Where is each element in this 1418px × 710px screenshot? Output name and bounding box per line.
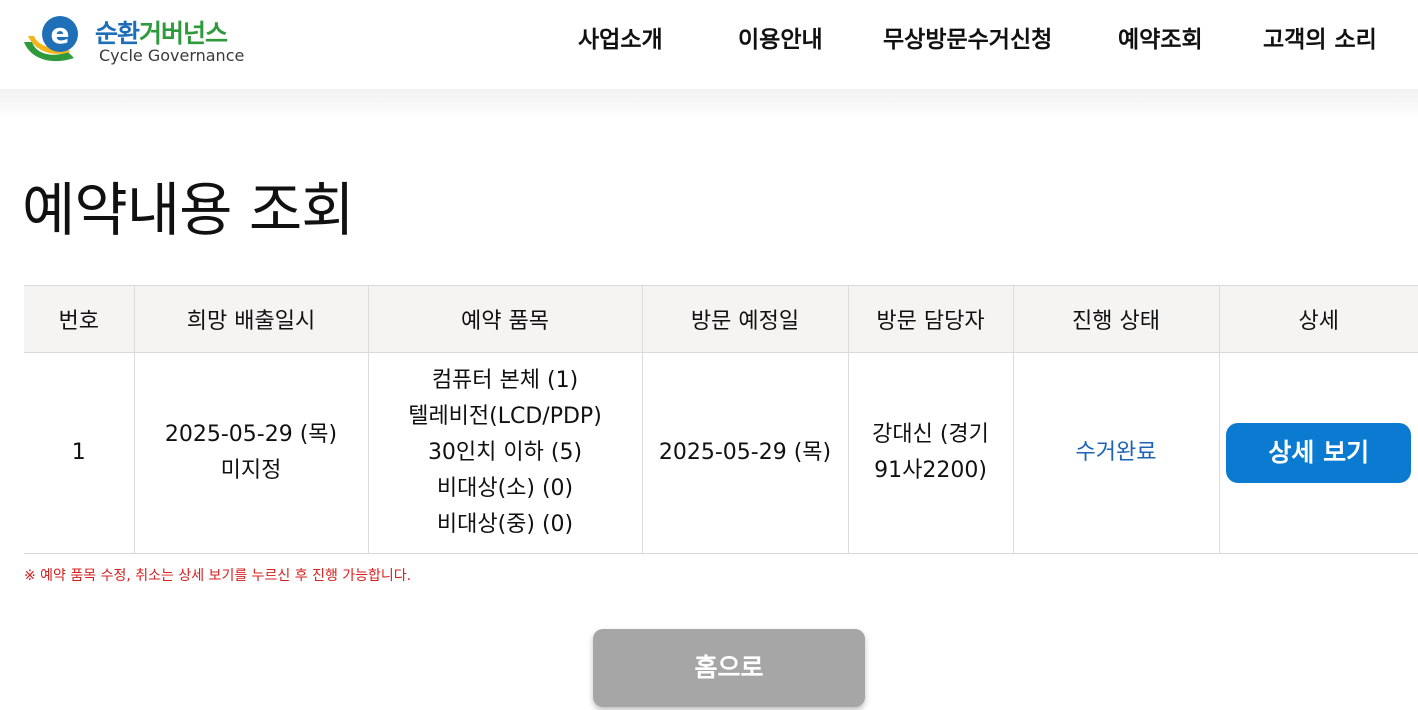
nav-item-customer-voice[interactable]: 고객의 소리	[1263, 20, 1377, 54]
header-shadow-band	[0, 89, 1418, 119]
nav-item-reservation-lookup[interactable]: 예약조회	[1118, 20, 1203, 54]
table-header-row: 번호 희망 배출일시 예약 품목 방문 예정일 방문 담당자 진행 상태 상세	[24, 285, 1418, 353]
page-title: 예약내용 조회	[22, 176, 355, 244]
staff-line-2: 91사2200)	[874, 458, 987, 483]
cell-number: 1	[24, 352, 135, 554]
column-header-visit-date: 방문 예정일	[642, 285, 849, 353]
staff-line-1: 강대신 (경기	[872, 422, 989, 447]
nav-item-free-pickup-request[interactable]: 무상방문수거신청	[883, 20, 1052, 54]
item-line: 컴퓨터 본체 (1)	[431, 368, 579, 393]
logo-text-blue: 순환	[95, 19, 140, 48]
logo-e-icon: e	[24, 16, 78, 62]
logo-korean-text: 순환거버넌스	[95, 14, 228, 50]
svg-text:e: e	[51, 17, 70, 50]
home-button[interactable]: 홈으로	[593, 629, 865, 707]
cell-staff: 강대신 (경기 91사2200)	[848, 352, 1014, 554]
item-line: 30인치 이하 (5)	[427, 440, 583, 465]
cell-visit-date: 2025-05-29 (목)	[642, 352, 849, 554]
column-header-detail: 상세	[1219, 285, 1418, 353]
column-header-staff: 방문 담당자	[848, 285, 1014, 353]
logo-text-green: 거버넌스	[139, 19, 228, 48]
cell-detail: 상세 보기	[1219, 352, 1418, 554]
nav-item-business-intro[interactable]: 사업소개	[578, 20, 663, 54]
site-logo[interactable]: e 순환거버넌스 Cycle Governance	[22, 12, 262, 70]
site-header: e 순환거버넌스 Cycle Governance 사업소개 이용안내 무상방문…	[0, 0, 1418, 89]
item-line: 텔레비전(LCD/PDP)	[408, 404, 602, 429]
column-header-wish-date: 희망 배출일시	[134, 285, 369, 353]
view-detail-button[interactable]: 상세 보기	[1226, 423, 1412, 483]
reservation-table: 번호 희망 배출일시 예약 품목 방문 예정일 방문 담당자 진행 상태 상세 …	[24, 285, 1418, 554]
table-row: 1 2025-05-29 (목) 미지정 컴퓨터 본체 (1) 텔레비전(LCD…	[24, 352, 1418, 554]
column-header-items: 예약 품목	[368, 285, 643, 353]
wish-time-text: 미지정	[220, 458, 282, 483]
logo-english-text: Cycle Governance	[99, 46, 245, 65]
wish-date-text: 2025-05-29 (목)	[164, 422, 338, 447]
column-header-status: 진행 상태	[1013, 285, 1220, 353]
nav-item-usage-guide[interactable]: 이용안내	[738, 20, 823, 54]
cell-status: 수거완료	[1013, 352, 1220, 554]
cell-wish-date: 2025-05-29 (목) 미지정	[134, 352, 369, 554]
item-line: 비대상(중) (0)	[436, 512, 574, 537]
edit-cancel-notice: ※ 예약 품목 수정, 취소는 상세 보기를 누르신 후 진행 가능합니다.	[24, 568, 412, 584]
item-line: 비대상(소) (0)	[436, 476, 574, 501]
cell-items: 컴퓨터 본체 (1) 텔레비전(LCD/PDP) 30인치 이하 (5) 비대상…	[368, 352, 643, 554]
column-header-number: 번호	[24, 285, 135, 353]
